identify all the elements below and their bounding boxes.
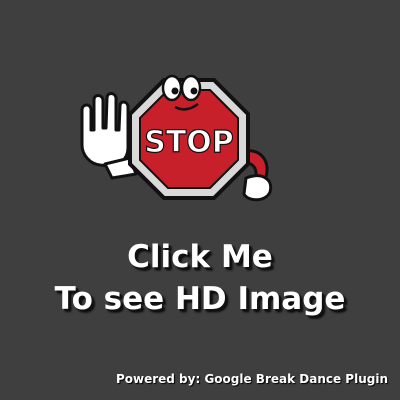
stop-text: STOP [144,125,234,160]
powered-by-credit: Powered by: Google Break Dance Plugin [115,372,388,386]
click-me-text: Click Me [127,239,273,275]
see-hd-image-text: To see HD Image [54,281,346,317]
hd-image-link[interactable]: STOP Click Me To see HD Image Powered by… [0,0,400,400]
stop-sign-mascot: STOP [80,74,273,202]
waving-hand-icon [80,92,138,180]
